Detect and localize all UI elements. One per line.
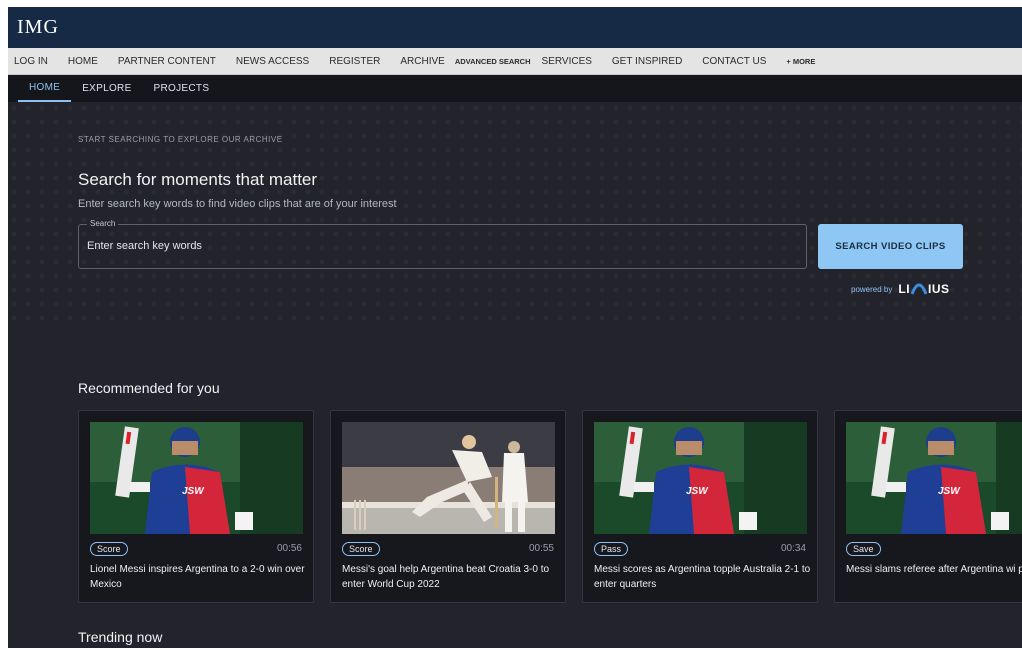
powered-by-label: powered by — [851, 284, 893, 294]
nav-get-inspired[interactable]: GET INSPIRED — [612, 56, 682, 67]
hero-eyebrow: START SEARCHING TO EXPLORE OUR ARCHIVE — [78, 135, 283, 144]
clip-tag: Score — [342, 542, 380, 556]
video-thumbnail: JSW — [594, 422, 807, 534]
video-thumbnail: JSW — [90, 422, 303, 534]
linius-logo: LI IUS — [898, 282, 950, 296]
clip-duration: 00:34 — [780, 543, 806, 554]
cricket-batter-thumbnail: JSW — [846, 422, 1022, 534]
nav-more[interactable]: + MORE — [786, 57, 815, 66]
clip-title: Messi's goal help Argentina beat Croatia… — [342, 564, 550, 590]
clip-duration: 00:55 — [528, 543, 554, 554]
cricket-batter-thumbnail: JSW — [594, 422, 807, 534]
search-video-clips-button[interactable]: SEARCH VIDEO CLIPS — [818, 224, 963, 269]
secondary-nav: HOME EXPLORE PROJECTS — [8, 75, 1022, 102]
nav-partner-content[interactable]: PARTNER CONTENT — [118, 56, 216, 67]
nav-archive[interactable]: ARCHIVE — [400, 56, 444, 67]
nav-news-access[interactable]: NEWS ACCESS — [236, 56, 309, 67]
clip-title: Lionel Messi inspires Argentina to a 2-0… — [90, 564, 305, 590]
video-card[interactable]: Score 00:55 Messi's goal help Argentina … — [330, 410, 566, 603]
tab-home[interactable]: HOME — [18, 75, 72, 102]
svg-text:JSW: JSW — [182, 486, 205, 497]
tab-projects[interactable]: PROJECTS — [143, 75, 221, 102]
search-input[interactable] — [87, 237, 787, 255]
search-hero: START SEARCHING TO EXPLORE OUR ARCHIVE S… — [8, 102, 1022, 330]
cricket-bowler-thumbnail — [342, 422, 555, 534]
powered-by: powered by LI IUS — [851, 282, 950, 296]
video-card[interactable]: JSW Save Messi slams referee after Argen… — [834, 410, 1022, 603]
svg-text:JSW: JSW — [686, 486, 709, 497]
nav-log-in[interactable]: LOG IN — [14, 56, 48, 67]
video-card[interactable]: JSW Score 00:56 Lionel Messi inspires Ar… — [78, 410, 314, 603]
nav-register[interactable]: REGISTER — [329, 56, 380, 67]
clip-tag: Score — [90, 542, 128, 556]
brand-bar: IMG — [8, 7, 1022, 48]
video-thumbnail — [342, 422, 555, 534]
clip-tag: Pass — [594, 542, 629, 556]
video-thumbnail: JSW — [846, 422, 1022, 534]
linius-swoosh-icon — [911, 283, 928, 295]
img-logo[interactable]: IMG — [17, 16, 59, 39]
hero-subtitle: Enter search key words to find video cli… — [78, 198, 397, 210]
clip-duration: 00:56 — [276, 543, 302, 554]
nav-contact-us[interactable]: CONTACT US — [702, 56, 766, 67]
clip-title: Messi slams referee after Argentina wi p… — [846, 564, 1022, 575]
primary-nav: LOG IN HOME PARTNER CONTENT NEWS ACCESS … — [8, 48, 1022, 75]
search-field-label: Search — [87, 219, 119, 228]
nav-advanced-search[interactable]: ADVANCED SEARCH — [455, 57, 531, 66]
clip-tag: Save — [846, 542, 881, 556]
nav-home[interactable]: HOME — [68, 56, 98, 67]
clip-title: Messi scores as Argentina topple Austral… — [594, 564, 811, 590]
browser-viewport: IMG LOG IN HOME PARTNER CONTENT NEWS ACC… — [8, 7, 1022, 648]
trending-title: Trending now — [78, 629, 163, 645]
svg-text:JSW: JSW — [938, 486, 961, 497]
hero-title: Search for moments that matter — [78, 170, 318, 189]
search-field: Search — [78, 219, 807, 269]
tab-explore[interactable]: EXPLORE — [71, 75, 142, 102]
nav-services[interactable]: SERVICES — [542, 56, 592, 67]
cricket-batter-thumbnail: JSW — [90, 422, 303, 534]
recommended-title: Recommended for you — [78, 380, 220, 396]
video-card[interactable]: JSW Pass 00:34 Messi scores as Argentina… — [582, 410, 818, 603]
